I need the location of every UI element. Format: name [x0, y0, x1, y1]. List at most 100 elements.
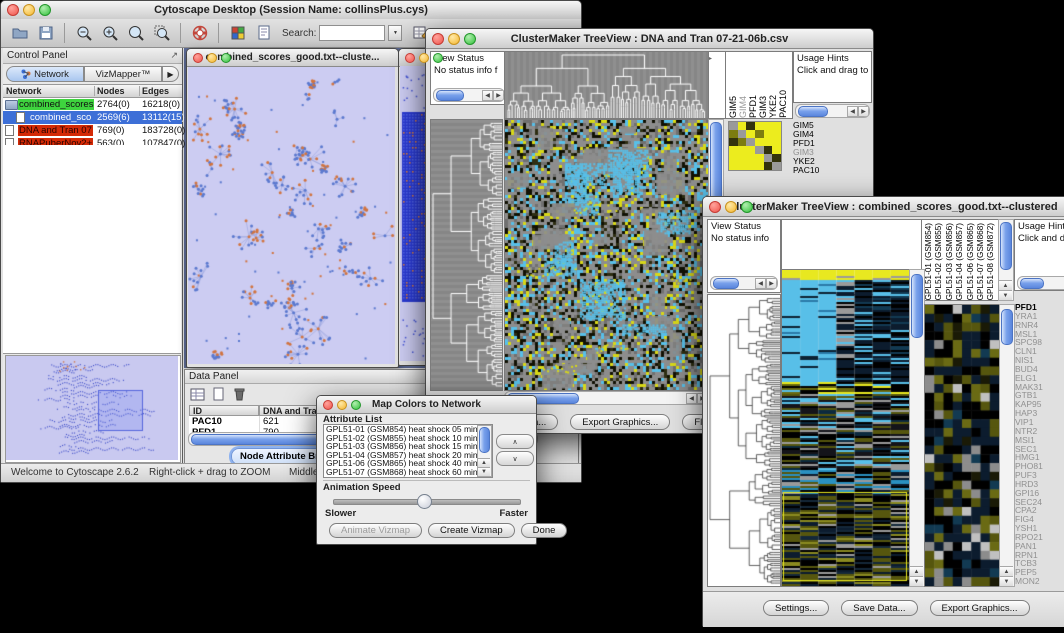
- scrollbar-thumb[interactable]: [479, 427, 490, 453]
- heatmap-canvas[interactable]: [781, 269, 910, 587]
- network-overview-canvas[interactable]: [6, 356, 178, 460]
- network-table-row[interactable]: combined_scores 2764(0) 16218(0): [3, 98, 182, 111]
- float-panel-icon[interactable]: ↗: [170, 50, 178, 61]
- save-icon[interactable]: [34, 22, 57, 45]
- zoom-window-icon[interactable]: [221, 53, 231, 63]
- minimize-icon[interactable]: [207, 53, 217, 63]
- zoom-in-icon[interactable]: [98, 22, 121, 45]
- close-icon[interactable]: [405, 53, 415, 63]
- column-label[interactable]: GPL51-07 (GSM868): [976, 223, 986, 300]
- open-folder-icon[interactable]: [8, 22, 31, 45]
- zoom-out-icon[interactable]: [72, 22, 95, 45]
- treeview2-footer-button[interactable]: Settings...: [763, 600, 829, 616]
- zoom-window-icon[interactable]: [464, 33, 476, 45]
- minimize-icon[interactable]: [448, 33, 460, 45]
- gene-label[interactable]: MON2: [1015, 577, 1064, 586]
- attribute-list-item[interactable]: GPL51-07 (GSM868) heat shock 60 min: [324, 468, 492, 477]
- scrollbar-thumb[interactable]: [798, 106, 828, 117]
- column-label[interactable]: GIM4: [738, 96, 748, 118]
- search-dropdown-icon[interactable]: ▼: [388, 25, 402, 41]
- zoom-window-icon[interactable]: [351, 400, 361, 410]
- close-icon[interactable]: [7, 4, 19, 16]
- new-attribute-icon[interactable]: [210, 386, 227, 403]
- treeview1-footer-button[interactable]: Export Graphics...: [570, 414, 670, 430]
- treeview1-titlebar[interactable]: ClusterMaker TreeView : DNA and Tran 07-…: [426, 29, 873, 49]
- network-view-canvas[interactable]: [188, 67, 395, 364]
- scroll-up-icon[interactable]: ▲: [1000, 566, 1013, 576]
- treeview2-footer-button[interactable]: Save Data...: [841, 600, 917, 616]
- column-dendrogram-canvas[interactable]: [504, 51, 709, 119]
- zoom-window-icon[interactable]: [433, 53, 443, 63]
- scroll-down-icon[interactable]: ▼: [999, 290, 1012, 300]
- summary-heatmap[interactable]: [728, 121, 782, 171]
- minimize-icon[interactable]: [337, 400, 347, 410]
- main-titlebar[interactable]: Cytoscape Desktop (Session Name: collins…: [1, 1, 581, 20]
- move-up-button[interactable]: ∧: [496, 434, 534, 449]
- dialog-titlebar[interactable]: Map Colors to Network: [317, 396, 536, 414]
- treeview2-titlebar[interactable]: ClusterMaker TreeView : combined_scores_…: [703, 197, 1064, 217]
- dialog-button[interactable]: Animate Vizmap: [329, 523, 422, 538]
- delete-attribute-icon[interactable]: [231, 386, 248, 403]
- search-input[interactable]: [319, 25, 385, 41]
- dialog-button[interactable]: Create Vizmap: [428, 523, 515, 538]
- scroll-up-icon[interactable]: ▲: [478, 458, 490, 467]
- attribute-list[interactable]: GPL51-01 (GSM854) heat shock 05 minGPL51…: [323, 424, 493, 478]
- zoom-window-icon[interactable]: [39, 4, 51, 16]
- column-label[interactable]: GPL51-06 (GSM865): [966, 223, 976, 300]
- vizmapper-grid-icon[interactable]: [226, 22, 249, 45]
- column-label[interactable]: GPL51-08 (GSM872): [986, 223, 996, 300]
- scroll-left-icon[interactable]: ◀: [755, 278, 766, 289]
- column-labels-vscrollbar[interactable]: ▲ ▼: [998, 219, 1014, 301]
- column-label[interactable]: GIM5: [728, 96, 738, 118]
- column-label[interactable]: GIM3: [758, 96, 768, 118]
- column-label[interactable]: GPL51-04 (GSM857): [955, 223, 965, 300]
- column-label[interactable]: GPL51-02 (GSM855): [934, 223, 944, 300]
- network-table-row[interactable]: DNA and Tran 07 769(0) 183728(0): [3, 124, 182, 137]
- network-table-row[interactable]: combined_sco 2569(6) 13112(15): [3, 111, 182, 124]
- network-overview-panel[interactable]: [5, 355, 181, 463]
- scrollbar-thumb[interactable]: [1001, 309, 1013, 345]
- scroll-down-icon[interactable]: ▼: [910, 576, 923, 586]
- control-panel-tab[interactable]: Network: [6, 66, 84, 82]
- zoom-selected-icon[interactable]: [150, 22, 173, 45]
- attribute-list-vscrollbar[interactable]: ▲ ▼: [477, 425, 492, 477]
- usage-hints-hscrollbar[interactable]: ◀▶: [795, 104, 870, 118]
- scroll-left-icon[interactable]: ◀: [847, 106, 858, 117]
- zoom-heatmap-canvas[interactable]: [924, 304, 1000, 587]
- row-dendrogram-canvas[interactable]: [707, 294, 781, 587]
- heatmap-canvas[interactable]: [504, 119, 709, 391]
- treeview2-footer-button[interactable]: Export Graphics...: [930, 600, 1030, 616]
- column-label[interactable]: GPL51-03 (GSM856): [945, 223, 955, 300]
- close-icon[interactable]: [193, 53, 203, 63]
- close-icon[interactable]: [709, 201, 721, 213]
- zoom-fit-icon[interactable]: [124, 22, 147, 45]
- network-view-titlebar[interactable]: combined_scores_good.txt--cluste...: [187, 49, 398, 67]
- scroll-left-icon[interactable]: ◀: [482, 90, 493, 101]
- column-label[interactable]: YKE2: [768, 95, 778, 118]
- column-label[interactable]: PAC10: [778, 90, 788, 118]
- column-label[interactable]: GPL51-01 (GSM854): [924, 223, 934, 300]
- scroll-up-icon[interactable]: ▲: [999, 280, 1012, 290]
- zoom-window-icon[interactable]: [741, 201, 753, 213]
- select-attributes-icon[interactable]: [189, 386, 206, 403]
- view-status-hscrollbar[interactable]: ◀▶: [433, 88, 505, 102]
- dialog-button[interactable]: Done: [521, 523, 568, 538]
- scrollbar-thumb[interactable]: [1000, 222, 1012, 270]
- move-down-button[interactable]: ∨: [496, 451, 534, 466]
- minimize-icon[interactable]: [23, 4, 35, 16]
- control-panel-tab[interactable]: VizMapper™: [84, 66, 162, 82]
- minimize-icon[interactable]: [419, 53, 429, 63]
- scrollbar-thumb[interactable]: [713, 278, 739, 289]
- usage-hints-hscrollbar[interactable]: [1017, 276, 1064, 290]
- minimize-icon[interactable]: [725, 201, 737, 213]
- scroll-right-icon[interactable]: ▶: [766, 278, 777, 289]
- scrollbar-thumb[interactable]: [436, 90, 464, 101]
- gene-label[interactable]: PAC10: [793, 166, 870, 175]
- slider-thumb[interactable]: [417, 494, 432, 509]
- close-icon[interactable]: [323, 400, 333, 410]
- close-icon[interactable]: [432, 33, 444, 45]
- scrollbar-thumb[interactable]: [710, 122, 722, 202]
- scroll-right-icon[interactable]: ▶: [493, 90, 504, 101]
- scroll-left-icon[interactable]: ◀: [686, 393, 697, 404]
- control-panel-tab[interactable]: ▶: [162, 66, 179, 82]
